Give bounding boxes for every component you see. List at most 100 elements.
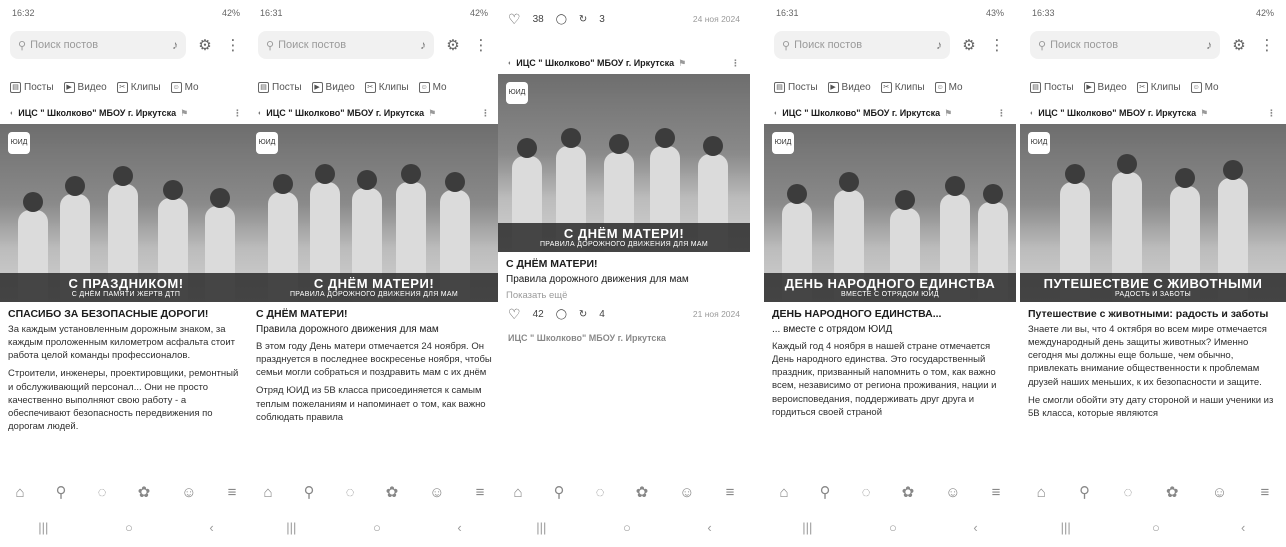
more-vertical-icon[interactable]: ⋮ [731,58,740,69]
more-vertical-icon[interactable]: ⋮ [988,36,1006,54]
tab-1[interactable]: ▶ Видео [63,81,107,93]
search-icon[interactable]: ⚲ [820,483,831,501]
show-more-link[interactable]: Показать ещё [498,290,750,301]
post-author[interactable]: ◐ ИЦС " Школково" МБОУ г. Иркутска ⚑ ⋮ [498,52,750,74]
more-vertical-icon[interactable]: ⋮ [1258,36,1276,54]
recent-apps-icon[interactable]: ||| [802,520,812,535]
clips-icon[interactable]: ✿ [386,483,399,501]
back-icon[interactable]: ‹ [973,520,977,535]
tab-2[interactable]: ✂ Клипы [116,81,161,93]
menu-icon[interactable]: ≡ [228,484,237,501]
messages-icon[interactable]: ◌ [346,484,355,501]
menu-icon[interactable]: ≡ [992,484,1001,501]
repost-icon[interactable]: ↻ [579,14,587,25]
search-icon[interactable]: ⚲ [304,483,315,501]
post-photo[interactable]: ЮИД ДЕНЬ НАРОДНОГО ЕДИНСТВА ВМЕСТЕ С ОТРЯД… [764,124,1016,302]
heart-icon[interactable]: ♡ [508,306,521,323]
back-icon[interactable]: ‹ [209,520,213,535]
post-photo[interactable]: ЮИД С ПРАЗДНИКОМ! С ДНЁМ ПАМЯТИ ЖЕРТВ ДТП [0,124,252,302]
home-icon[interactable]: ⌂ [514,484,523,501]
messages-icon[interactable]: ◌ [596,484,605,501]
more-vertical-icon[interactable]: ⋮ [481,108,490,119]
tab-0[interactable]: ▤ Посты [1030,81,1074,93]
home-circle-icon[interactable]: ○ [1152,520,1160,535]
search-input[interactable]: ⚲ Поиск постов ♪ [1030,31,1220,59]
clips-icon[interactable]: ✿ [138,483,151,501]
more-vertical-icon[interactable]: ⋮ [1267,108,1276,119]
clips-icon[interactable]: ✿ [902,483,915,501]
back-icon[interactable]: ‹ [707,520,711,535]
search-input[interactable]: ⚲ Поиск постов ♪ [258,31,434,59]
tab-1[interactable]: ▶ Видео [1083,81,1127,93]
tab-3[interactable]: ☺ Мо [170,81,199,93]
gear-icon[interactable]: ⚙ [960,36,978,54]
more-vertical-icon[interactable]: ⋮ [224,36,242,54]
messages-icon[interactable]: ◌ [862,484,871,501]
search-icon[interactable]: ⚲ [56,483,67,501]
comment-icon[interactable]: ◯ [556,309,567,320]
tab-3[interactable]: ☺ Мо [934,81,963,93]
gear-icon[interactable]: ⚙ [1230,36,1248,54]
search-input[interactable]: ⚲ Поиск постов ♪ [774,31,950,59]
tab-3[interactable]: ☺ Мо [1190,81,1219,93]
recent-apps-icon[interactable]: ||| [38,520,48,535]
profile-icon[interactable]: ☺ [679,484,694,501]
gear-icon[interactable]: ⚙ [196,36,214,54]
post-photo[interactable]: ЮИД ПУТЕШЕСТВИЕ С ЖИВОТНЫМИ РАДОСТЬ И ЗАБО… [1020,124,1286,302]
tab-0[interactable]: ▤ Посты [774,81,818,93]
post-author[interactable]: ◐ ИЦС " Школково" МБОУ г. Иркутска ⚑ ⋮ [0,102,252,124]
heart-icon[interactable]: ♡ [508,11,521,28]
microphone-icon[interactable]: ♪ [1206,38,1212,52]
tab-0[interactable]: ▤ Посты [10,81,54,93]
home-icon[interactable]: ⌂ [16,484,25,501]
post-author[interactable]: ◐ ИЦС " Школково" МБОУ г. Иркутска ⚑ ⋮ [764,102,1016,124]
clips-icon[interactable]: ✿ [636,483,649,501]
microphone-icon[interactable]: ♪ [420,38,426,52]
messages-icon[interactable]: ◌ [1124,484,1133,501]
home-circle-icon[interactable]: ○ [125,520,133,535]
home-icon[interactable]: ⌂ [780,484,789,501]
search-icon[interactable]: ⚲ [554,483,565,501]
more-vertical-icon[interactable]: ⋮ [233,108,242,119]
post-photo[interactable]: ЮИД С ДНЁМ МАТЕРИ! ПРАВИЛА ДОРОЖНОГО ДВИЖЕ… [498,74,750,252]
messages-icon[interactable]: ◌ [98,484,107,501]
post-author[interactable]: ◐ ИЦС " Школково" МБОУ г. Иркутска ⚑ ⋮ [1020,102,1286,124]
profile-icon[interactable]: ☺ [429,484,444,501]
recent-apps-icon[interactable]: ||| [1061,520,1071,535]
tab-2[interactable]: ✂ Клипы [880,81,925,93]
tab-3[interactable]: ☺ Мо [418,81,447,93]
back-icon[interactable]: ‹ [1241,520,1245,535]
more-vertical-icon[interactable]: ⋮ [997,108,1006,119]
post-author[interactable]: ◐ ИЦС " Школково" МБОУ г. Иркутска ⚑ ⋮ [248,102,500,124]
profile-icon[interactable]: ☺ [1212,484,1227,501]
post-author[interactable]: ИЦС " Школково" МБОУ г. Иркутска [498,327,750,350]
microphone-icon[interactable]: ♪ [172,38,178,52]
recent-apps-icon[interactable]: ||| [536,520,546,535]
tab-1[interactable]: ▶ Видео [827,81,871,93]
microphone-icon[interactable]: ♪ [936,38,942,52]
search-input[interactable]: ⚲ Поиск постов ♪ [10,31,186,59]
comment-icon[interactable]: ◯ [556,14,567,25]
gear-icon[interactable]: ⚙ [444,36,462,54]
search-icon[interactable]: ⚲ [1079,483,1090,501]
profile-icon[interactable]: ☺ [945,484,960,501]
tab-2[interactable]: ✂ Клипы [1136,81,1181,93]
post-photo[interactable]: ЮИД С ДНЁМ МАТЕРИ! ПРАВИЛА ДОРОЖНОГО ДВИЖЕ… [248,124,500,302]
tab-2[interactable]: ✂ Клипы [364,81,409,93]
tab-1[interactable]: ▶ Видео [311,81,355,93]
home-icon[interactable]: ⌂ [264,484,273,501]
more-vertical-icon[interactable]: ⋮ [472,36,490,54]
menu-icon[interactable]: ≡ [726,484,735,501]
profile-icon[interactable]: ☺ [181,484,196,501]
recent-apps-icon[interactable]: ||| [286,520,296,535]
home-circle-icon[interactable]: ○ [623,520,631,535]
tab-0[interactable]: ▤ Посты [258,81,302,93]
repost-icon[interactable]: ↻ [579,309,587,320]
home-circle-icon[interactable]: ○ [373,520,381,535]
menu-icon[interactable]: ≡ [1261,484,1270,501]
home-icon[interactable]: ⌂ [1037,484,1046,501]
clips-icon[interactable]: ✿ [1166,483,1179,501]
home-circle-icon[interactable]: ○ [889,520,897,535]
back-icon[interactable]: ‹ [457,520,461,535]
menu-icon[interactable]: ≡ [476,484,485,501]
